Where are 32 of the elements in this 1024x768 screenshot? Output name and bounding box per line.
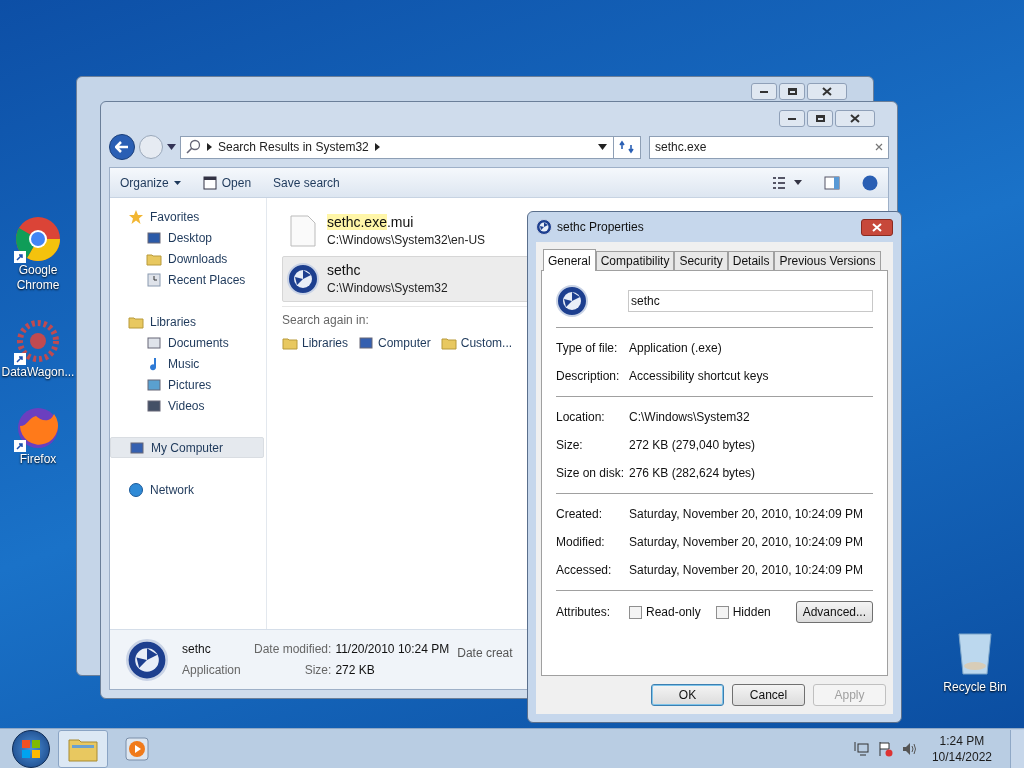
property-label: Accessed: [556, 562, 613, 579]
detail-file-type: Application [182, 662, 242, 679]
property-label: Modified: [556, 534, 606, 551]
file-path: C:\Windows\System32\en-US [327, 232, 486, 249]
property-value: Saturday, November 20, 2010, 10:24:09 PM [629, 534, 863, 551]
property-label: Size: [556, 437, 584, 454]
property-value: 276 KB (282,624 bytes) [629, 465, 756, 482]
property-value: Saturday, November 20, 2010, 10:24:09 PM [629, 506, 863, 523]
property-label: Type of file: [556, 340, 619, 357]
property-label: Size on disk: [556, 465, 626, 482]
detail-value: 11/20/2010 10:24 PM [335, 641, 450, 658]
property-value: Saturday, November 20, 2010, 10:24:09 PM [629, 562, 863, 579]
property-label: Attributes: [556, 604, 612, 621]
search-again-label: Search again in: [282, 313, 369, 327]
file-name: sethc.exe.mui [327, 213, 415, 231]
property-value: 272 KB (279,040 bytes) [629, 437, 756, 454]
detail-file-name: sethc [182, 641, 212, 658]
file-name: sethc [327, 261, 362, 279]
property-value: C:\Windows\System32 [629, 409, 750, 426]
property-label: Created: [556, 506, 604, 523]
detail-label: Date creat [457, 645, 513, 662]
checkbox-label: Read-only [646, 604, 701, 621]
checkbox-label: Hidden [732, 604, 771, 621]
property-label: Location: [556, 409, 606, 426]
detail-label: Date modified: [254, 641, 332, 658]
property-value: Accessibility shortcut keys [629, 368, 769, 385]
file-path: C:\Windows\System32 [327, 280, 448, 297]
detail-label: Size: [303, 662, 332, 679]
detail-value: 272 KB [335, 662, 376, 679]
property-label: Description: [556, 368, 621, 385]
dialog-title: sethc Properties [557, 219, 645, 236]
property-value: Application (.exe) [629, 340, 722, 357]
